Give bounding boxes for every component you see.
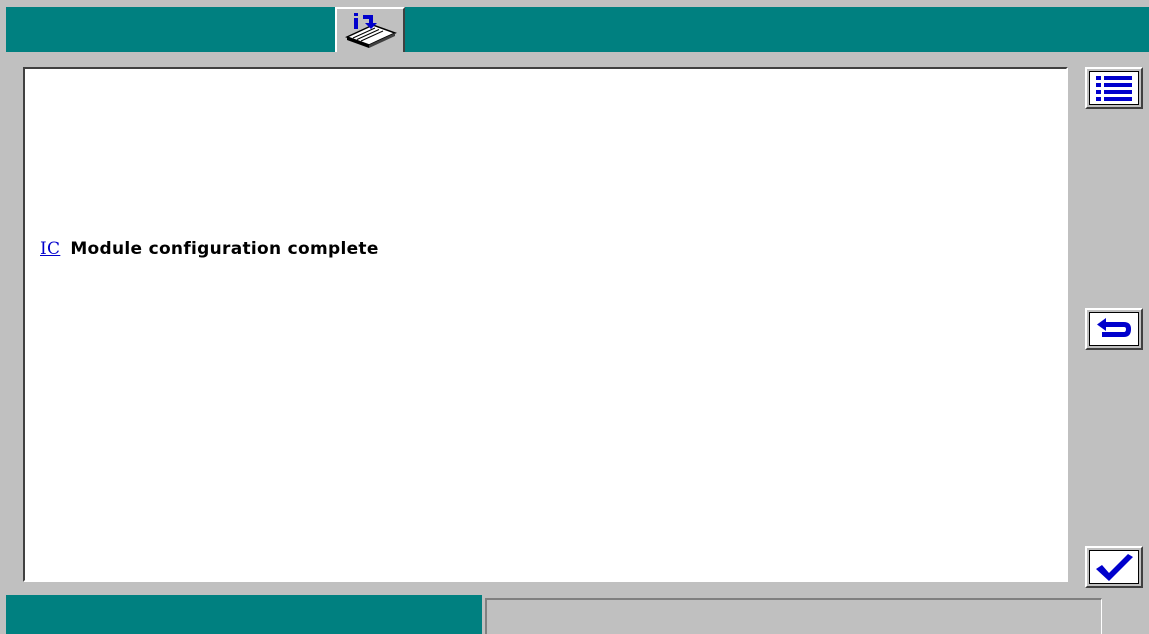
- message-text: Module configuration complete: [70, 239, 379, 259]
- info-book-icon: [345, 13, 397, 48]
- message-code-link[interactable]: IC: [40, 239, 60, 259]
- list-button[interactable]: [1085, 67, 1143, 109]
- top-bar: [6, 7, 1149, 52]
- list-icon: [1096, 76, 1132, 101]
- ok-button[interactable]: [1085, 546, 1143, 588]
- message-line: IC Module configuration complete: [40, 239, 379, 259]
- back-button-face: [1089, 312, 1139, 346]
- list-button-face: [1089, 71, 1139, 105]
- back-arrow-icon: [1097, 318, 1131, 337]
- checkmark-icon: [1096, 554, 1133, 581]
- content-panel: IC Module configuration complete: [23, 67, 1068, 582]
- ok-button-face: [1089, 550, 1139, 584]
- status-bar-left: [6, 595, 482, 634]
- status-bar-right: [485, 598, 1102, 634]
- back-button[interactable]: [1085, 308, 1143, 350]
- tab-info[interactable]: [335, 7, 405, 52]
